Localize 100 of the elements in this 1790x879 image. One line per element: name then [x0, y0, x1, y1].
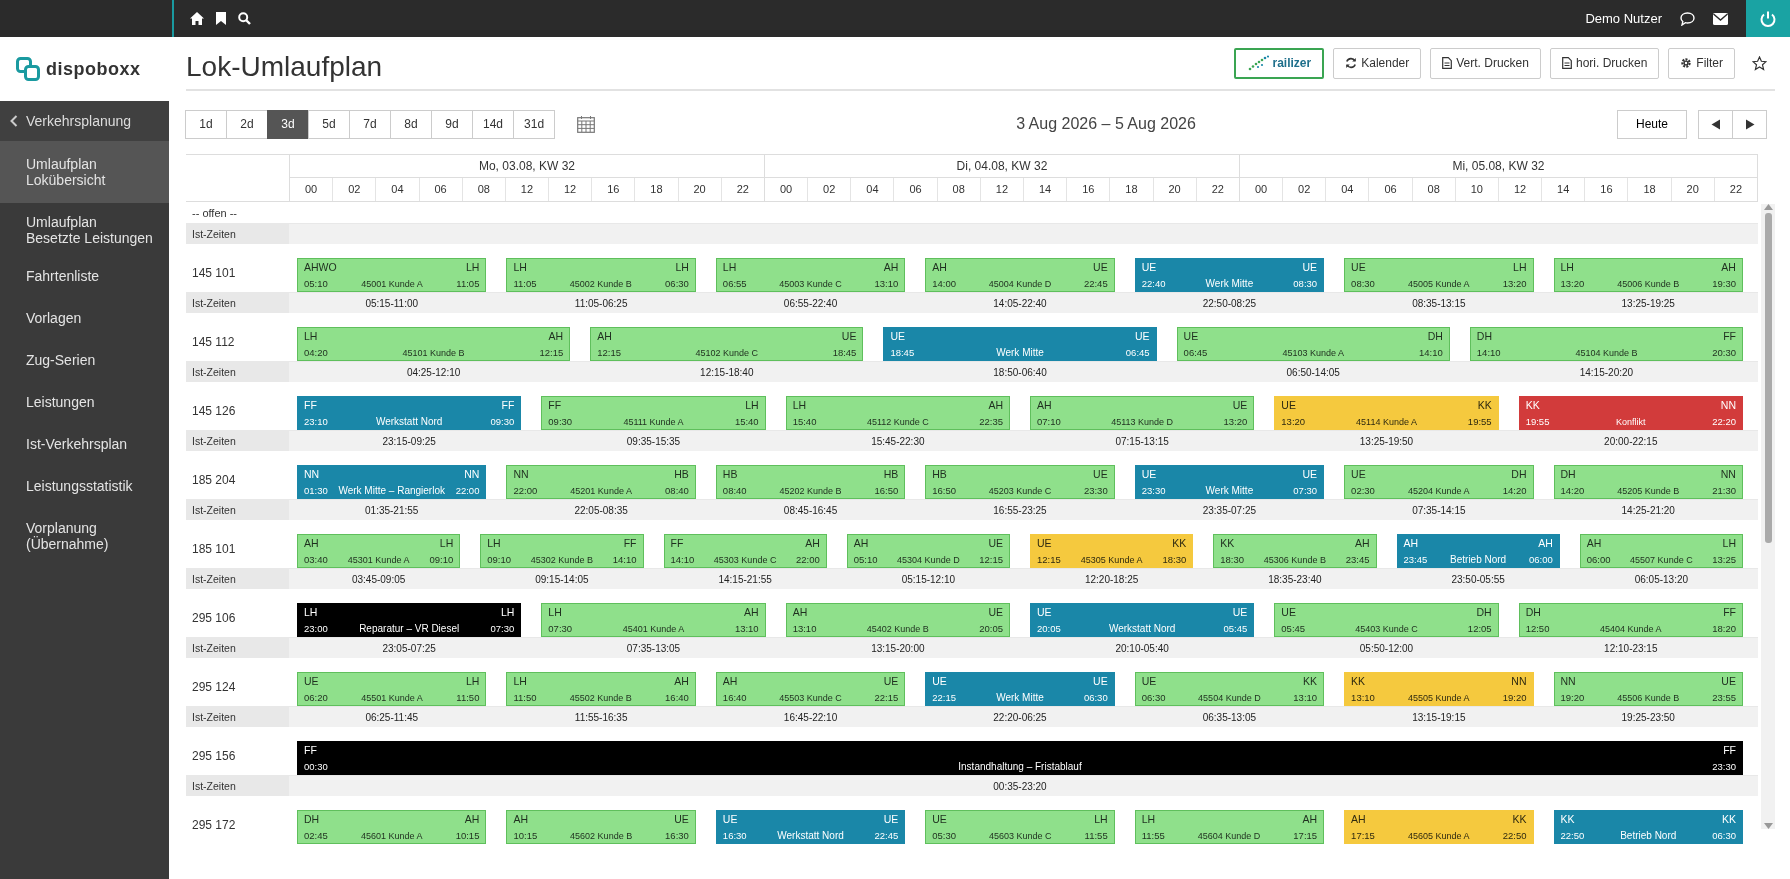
chat-icon[interactable]	[1680, 11, 1695, 26]
schedule-bar[interactable]: UE UE 22:40 Werk Mitte 08:30	[1134, 258, 1325, 292]
sidebar-item[interactable]: Vorplanung (Übernahme)	[0, 509, 169, 563]
schedule-bar[interactable]: AH UE 10:15 45602 Kunde B 16:30	[506, 810, 696, 844]
sidebar-item[interactable]: Zug-Serien	[0, 341, 169, 383]
sidebar-item[interactable]: Vorlagen	[0, 299, 169, 341]
schedule-bar[interactable]: HB UE 16:50 45203 Kunde C 23:30	[925, 465, 1115, 499]
schedule-bar[interactable]: LH AH 15:40 45112 Kunde C 22:35	[785, 396, 1010, 430]
schedule-bar[interactable]: LH FF 09:10 45302 Kunde B 14:10	[480, 534, 644, 568]
schedule-bar[interactable]: FF LH 09:30 45111 Kunde A 15:40	[541, 396, 766, 430]
calendar-icon[interactable]	[577, 115, 596, 133]
schedule-bar[interactable]: AH UE 12:15 45102 Kunde C 18:45	[590, 327, 864, 361]
schedule-bar[interactable]: DH FF 12:50 45404 Kunde A 18:20	[1518, 603, 1743, 637]
mail-icon[interactable]	[1713, 12, 1728, 25]
range-button[interactable]: 9d	[431, 109, 473, 139]
actual-times-label: Ist-Zeiten	[186, 638, 289, 658]
schedule-bar[interactable]: UE UE 20:05 Werkstatt Nord 05:45	[1030, 603, 1255, 637]
schedule-bar[interactable]: AH UE 14:00 45004 Kunde D 22:45	[925, 258, 1115, 292]
schedule-bar[interactable]: FF AH 14:10 45303 Kunde C 22:00	[663, 534, 827, 568]
schedule-bar[interactable]: UE KK 13:20 45114 Kunde A 19:55	[1274, 396, 1499, 430]
schedule-bar[interactable]: AH AH 23:45 Betrieb Nord 06:00	[1396, 534, 1560, 568]
sidebar-item[interactable]: Umlaufplan Besetzte Leistungen	[0, 203, 169, 257]
bookmark-icon[interactable]	[216, 12, 226, 25]
range-button[interactable]: 7d	[349, 109, 391, 139]
schedule-bar[interactable]: DH NN 14:20 45205 Kunde B 21:30	[1553, 465, 1743, 499]
schedule-bar[interactable]: AH UE 07:10 45113 Kunde D 13:20	[1030, 396, 1255, 430]
previous-button[interactable]	[1698, 109, 1733, 139]
today-button[interactable]: Heute	[1616, 109, 1687, 139]
range-button[interactable]: 2d	[226, 109, 268, 139]
sidebar-item[interactable]: Umlaufplan Lokübersicht	[0, 141, 169, 203]
home-icon[interactable]	[190, 12, 204, 25]
schedule-bar[interactable]: UE LH 08:30 45005 Kunde A 13:20	[1344, 258, 1534, 292]
schedule-bar[interactable]: KK NN 13:10 45505 Kunde A 19:20	[1344, 672, 1534, 706]
schedule-bar[interactable]: UE DH 06:45 45103 Kunde A 14:10	[1176, 327, 1450, 361]
schedule-bar[interactable]: KK KK 22:50 Betrieb Nord 06:30	[1553, 810, 1743, 844]
station-code: UE	[1141, 675, 1157, 687]
schedule-bar[interactable]: UE UE 16:30 Werkstatt Nord 22:45	[715, 810, 906, 844]
schedule-bar[interactable]: AHWO LH 05:10 45001 Kunde A 11:05	[297, 258, 487, 292]
schedule-bar[interactable]: NN NN 01:30 Werk Mitte – Rangierlok 22:00	[297, 465, 487, 499]
station-code: UE	[674, 813, 689, 825]
sidebar-item[interactable]: Ist-Verkehrsplan	[0, 425, 169, 467]
actual-times: 22:50-08:25	[1202, 297, 1257, 309]
station-code: LH	[487, 537, 501, 549]
star-icon[interactable]	[1752, 55, 1767, 71]
schedule-bar[interactable]: UE LH 06:20 45501 Kunde A 11:50	[297, 672, 487, 706]
schedule-bar[interactable]: AH LH 06:00 45507 Kunde C 13:25	[1579, 534, 1743, 568]
schedule-bar[interactable]: FF FF 00:30 Instandhaltung – Fristablauf 23:30	[297, 741, 1743, 775]
schedule-bar[interactable]: UE KK 12:15 45305 Kunde A 18:30	[1030, 534, 1194, 568]
schedule-bar[interactable]: AH KK 17:15 45605 Kunde A 22:50	[1344, 810, 1534, 844]
range-button[interactable]: 8d	[390, 109, 432, 139]
schedule-bar[interactable]: AH UE 13:10 45402 Kunde B 20:05	[785, 603, 1010, 637]
schedule-bar[interactable]: LH AH 11:50 45502 Kunde B 16:40	[506, 672, 696, 706]
schedule-bar[interactable]: LH LH 11:05 45002 Kunde B 06:30	[506, 258, 696, 292]
schedule-bar[interactable]: LH AH 06:55 45003 Kunde C 13:10	[715, 258, 906, 292]
schedule-bar[interactable]: KK NN 19:55 Konflikt 22:20	[1518, 396, 1743, 430]
range-button[interactable]: 3d	[267, 109, 309, 139]
schedule-bar[interactable]: UE UE 22:15 Werk Mitte 06:30	[925, 672, 1115, 706]
trip-label: 45504 Kunde D	[1197, 693, 1262, 703]
user-name[interactable]: Demo Nutzer	[1585, 11, 1662, 26]
schedule-bar[interactable]: UE UE 23:30 Werk Mitte 07:30	[1134, 465, 1325, 499]
schedule-bar[interactable]: UE DH 05:45 45403 Kunde C 12:05	[1274, 603, 1499, 637]
schedule-bar[interactable]: LH AH 07:30 45401 Kunde A 13:10	[541, 603, 766, 637]
schedule-bar[interactable]: LH AH 04:20 45101 Kunde B 12:15	[297, 327, 571, 361]
sidebar-item[interactable]: Leistungsstatistik	[0, 467, 169, 509]
next-button[interactable]	[1732, 109, 1767, 139]
schedule-bar[interactable]: UE KK 06:30 45504 Kunde D 13:10	[1134, 672, 1325, 706]
schedule-bar[interactable]: AH UE 05:10 45304 Kunde D 12:15	[846, 534, 1010, 568]
schedule-bar[interactable]: LH AH 13:20 45006 Kunde B 19:30	[1553, 258, 1743, 292]
sidebar-back-item[interactable]: Verkehrsplanung	[0, 101, 169, 141]
schedule-bar[interactable]: DH FF 14:10 45104 Kunde B 20:30	[1469, 327, 1743, 361]
range-button[interactable]: 1d	[185, 109, 227, 139]
calendar-button[interactable]: Kalender	[1333, 47, 1422, 79]
search-icon[interactable]	[238, 12, 251, 25]
schedule-bar[interactable]: KK AH 18:30 45306 Kunde B 23:45	[1213, 534, 1377, 568]
range-button[interactable]: 5d	[308, 109, 350, 139]
sidebar-item[interactable]: Fahrtenliste	[0, 257, 169, 299]
schedule-bar[interactable]: LH LH 23:00 Reparatur – VR Diesel 07:30	[297, 603, 522, 637]
range-button[interactable]: 14d	[472, 109, 515, 139]
schedule-bar[interactable]: HB HB 08:40 45202 Kunde B 16:50	[715, 465, 906, 499]
schedule-bar[interactable]: NN UE 19:20 45506 Kunde B 23:55	[1553, 672, 1743, 706]
schedule-bar[interactable]: UE UE 18:45 Werk Mitte 06:45	[883, 327, 1157, 361]
schedule-bar[interactable]: FF FF 23:10 Werkstatt Nord 09:30	[297, 396, 522, 430]
actual-times: 14:25-21:20	[1621, 504, 1675, 516]
filter-button[interactable]: Filter	[1668, 47, 1735, 79]
range-button[interactable]: 31d	[513, 109, 556, 139]
schedule-bar[interactable]: LH AH 11:55 45604 Kunde D 17:15	[1134, 810, 1325, 844]
actual-times: 16:45-22:10	[783, 711, 838, 723]
railizer-button[interactable]: railizer	[1233, 47, 1325, 79]
start-time: 23:45	[1403, 554, 1428, 565]
schedule-bar[interactable]: AH LH 03:40 45301 Kunde A 09:10	[297, 534, 461, 568]
print-button[interactable]: hori. Drucken	[1549, 47, 1660, 79]
schedule-bar[interactable]: UE DH 02:30 45204 Kunde A 14:20	[1344, 465, 1534, 499]
schedule-bar[interactable]: NN HB 22:00 45201 Kunde A 08:40	[506, 465, 696, 499]
hour-header: 00	[764, 178, 809, 201]
sidebar-item[interactable]: Leistungen	[0, 383, 169, 425]
schedule-bar[interactable]: UE LH 05:30 45603 Kunde C 11:55	[925, 810, 1115, 844]
schedule-bar[interactable]: DH AH 02:45 45601 Kunde A 10:15	[297, 810, 487, 844]
power-button[interactable]	[1746, 0, 1790, 37]
print-button[interactable]: Vert. Drucken	[1430, 47, 1541, 79]
schedule-bar[interactable]: AH UE 16:40 45503 Kunde C 22:15	[715, 672, 906, 706]
